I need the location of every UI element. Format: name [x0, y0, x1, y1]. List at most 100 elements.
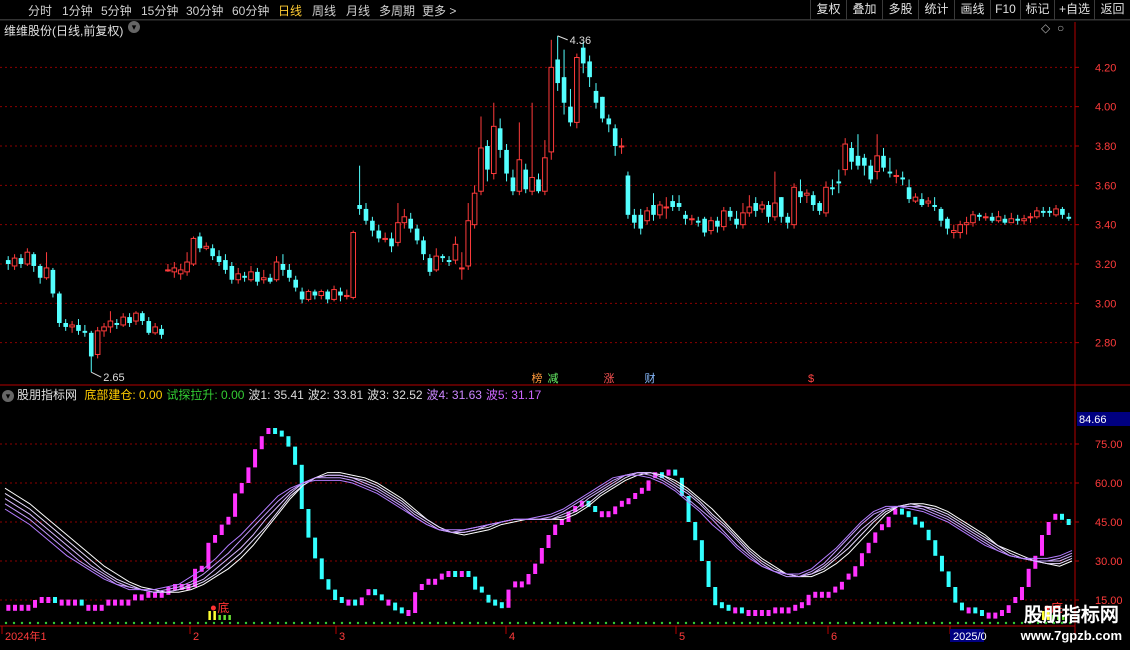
candle-body	[57, 293, 62, 323]
signal-dot	[676, 621, 680, 625]
f10-button[interactable]: F10	[990, 0, 1020, 20]
time-label-2: 3	[339, 631, 345, 643]
signal-dot	[820, 621, 824, 625]
timeframe-tab-2[interactable]: 5分钟	[101, 2, 132, 19]
osc-bar	[646, 480, 651, 491]
wave-line-2	[4, 472, 1073, 593]
signal-dot	[196, 621, 200, 625]
osc-bar	[499, 602, 504, 609]
osc-tick-label: 45.00	[1095, 517, 1123, 529]
candle-body	[510, 177, 516, 192]
candle-body	[197, 236, 203, 249]
signal-dot	[380, 621, 384, 625]
mark-button[interactable]: 标记	[1020, 0, 1054, 20]
signal-dot	[812, 621, 816, 625]
osc-bar	[806, 594, 811, 606]
timeframe-tab-10[interactable]: 更多 >	[422, 2, 456, 19]
timeframe-tab-1[interactable]: 1分钟	[62, 2, 93, 19]
osc-bar	[813, 591, 818, 598]
candle-body	[989, 216, 995, 221]
candle-body	[753, 203, 759, 211]
candle-body	[638, 214, 644, 229]
timeframe-tab-6[interactable]: 日线	[278, 2, 302, 19]
timeframe-tab-4[interactable]: 30分钟	[186, 2, 223, 19]
candle-body	[229, 265, 235, 280]
osc-bar	[79, 599, 84, 606]
signal-dot	[476, 621, 480, 625]
signal-dot	[860, 621, 864, 625]
candle-body	[663, 206, 670, 209]
osc-bar	[59, 599, 64, 606]
candle-body	[159, 328, 164, 335]
candle-body	[43, 267, 50, 279]
candle-body	[350, 232, 357, 298]
osc-bar	[53, 597, 58, 603]
signal-dot	[300, 621, 304, 625]
osc-bar	[213, 535, 218, 543]
low-label: 2.65	[103, 372, 124, 384]
signal-dot	[212, 621, 216, 625]
signal-dot	[908, 621, 912, 625]
price-tick-label: 3.80	[1095, 141, 1116, 153]
signal-dot	[596, 621, 600, 625]
signal-dot	[396, 621, 400, 625]
candle-body	[1060, 208, 1065, 215]
candle-body	[357, 205, 362, 209]
candle-body	[363, 208, 369, 221]
signal-dot	[988, 621, 992, 625]
signal-dot	[188, 621, 192, 625]
timeframe-tab-8[interactable]: 月线	[346, 2, 370, 19]
statistics-button[interactable]: 统计	[918, 0, 954, 20]
candle-body	[683, 214, 688, 219]
timeframe-tab-5[interactable]: 60分钟	[232, 2, 269, 19]
fuquan-button[interactable]: 复权	[810, 0, 846, 20]
multi-stock-button[interactable]: 多股	[882, 0, 918, 20]
signal-dot	[324, 621, 328, 625]
back-button[interactable]: 返回	[1094, 0, 1130, 20]
osc-bar	[639, 487, 644, 494]
bottom-bar	[223, 615, 226, 620]
candle-body	[478, 147, 484, 192]
candle-body	[433, 255, 440, 271]
signal-dot	[516, 621, 520, 625]
candle-body	[874, 155, 880, 173]
candle-body	[446, 260, 452, 263]
candle-body	[587, 61, 592, 78]
candle-body	[127, 317, 132, 323]
bottom-bar	[213, 611, 216, 620]
timeframe-tab-0[interactable]: 分时	[28, 2, 52, 19]
candle-body	[887, 171, 893, 174]
chart-canvas[interactable]: 4.20 4.00 3.80 3.60 3.40 3.20 3.00 2.80 4.36 2.65…	[0, 20, 1130, 650]
candle-body	[280, 264, 286, 270]
osc-bar	[113, 599, 118, 606]
osc-bar	[366, 589, 371, 596]
timeframe-tab-3[interactable]: 15分钟	[141, 2, 178, 19]
signal-dot	[364, 621, 368, 625]
osc-bar	[606, 511, 611, 518]
signal-dot	[588, 621, 592, 625]
signal-dot	[140, 621, 144, 625]
osc-bar	[613, 506, 618, 515]
osc-bar	[626, 498, 631, 505]
candle-body	[855, 155, 861, 166]
osc-bar	[819, 591, 824, 598]
signal-dot	[92, 621, 96, 625]
signal-dot	[740, 621, 744, 625]
osc-bar	[666, 469, 671, 476]
candle-body	[977, 214, 982, 217]
signal-dot	[124, 621, 128, 625]
candle-body	[957, 224, 963, 234]
add-watchlist-button[interactable]: +自选	[1054, 0, 1094, 20]
draw-line-button[interactable]: 画线	[954, 0, 990, 20]
candle-body	[165, 269, 171, 272]
osc-bar	[726, 604, 731, 611]
candle-body	[1053, 208, 1059, 216]
timeframe-tab-9[interactable]: 多周期	[379, 2, 415, 19]
signal-dot	[892, 621, 896, 625]
osc-bar	[886, 516, 891, 528]
timeframe-tab-7[interactable]: 周线	[312, 2, 336, 19]
candle-body	[849, 147, 854, 162]
signal-dot	[436, 621, 440, 625]
osc-bar	[426, 578, 431, 585]
overlay-button[interactable]: 叠加	[846, 0, 882, 20]
